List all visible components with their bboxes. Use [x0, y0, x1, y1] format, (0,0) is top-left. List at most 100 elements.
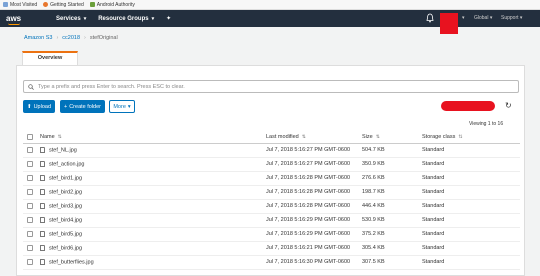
header-last-modified-label: Last modified [266, 133, 299, 140]
size-cell: 375.2 KB [362, 227, 422, 242]
bookmark-getting-started[interactable]: Getting Started [43, 2, 84, 8]
row-checkbox[interactable] [27, 146, 33, 153]
file-name[interactable]: stef_bird2.jpg [49, 189, 82, 195]
bookmark-label: Getting Started [50, 1, 84, 8]
size-cell: 530.9 KB [362, 213, 422, 228]
services-label: Services [56, 15, 81, 22]
last-modified-cell: Jul 7, 2018 5:16:21 PM GMT-0600 [266, 241, 362, 256]
last-modified-cell: Jul 7, 2018 5:16:29 PM GMT-0600 [266, 227, 362, 242]
aws-smile-icon [8, 23, 20, 25]
header-last-modified[interactable]: Last modified ⇅ [266, 131, 362, 144]
row-checkbox[interactable] [27, 244, 33, 251]
objects-table: Name ⇅ Last modified ⇅ Size ⇅ Storage class… [23, 131, 520, 270]
file-name-cell[interactable]: stef_bird6.jpg [40, 241, 266, 256]
sort-icon: ⇅ [57, 133, 62, 140]
table-row[interactable]: stef_bird4.jpg Jul 7, 2018 5:16:29 PM GM… [23, 213, 520, 228]
table-row[interactable]: stef_bird5.jpg Jul 7, 2018 5:16:29 PM GM… [23, 227, 520, 242]
breadcrumb-bucket[interactable]: cc2018 [62, 35, 80, 41]
file-name-cell[interactable]: stef_bird1.jpg [40, 171, 266, 186]
upload-button[interactable]: ⬆ Upload [23, 100, 55, 113]
file-name[interactable]: stef_bird3.jpg [49, 203, 82, 209]
table-row[interactable]: stef_bird3.jpg Jul 7, 2018 5:16:28 PM GM… [23, 199, 520, 214]
more-label: More [113, 103, 126, 110]
header-size[interactable]: Size ⇅ [362, 131, 422, 144]
row-checkbox[interactable] [27, 174, 33, 181]
last-modified-cell: Jul 7, 2018 5:16:27 PM GMT-0600 [266, 157, 362, 172]
file-name[interactable]: stef_NL.jpg [49, 147, 77, 153]
header-name[interactable]: Name ⇅ [40, 131, 266, 144]
resource-groups-menu[interactable]: Resource Groups ▾ [98, 16, 154, 22]
last-modified-cell: Jul 7, 2018 5:16:27 PM GMT-0600 [266, 143, 362, 158]
support-menu[interactable]: Support ▾ [501, 15, 522, 21]
logo-text: aws [6, 13, 22, 23]
plus-icon: + [63, 103, 68, 110]
file-name-cell[interactable]: stef_bird2.jpg [40, 185, 266, 200]
file-name-cell[interactable]: stef_bird4.jpg [40, 213, 266, 228]
account-redaction [440, 13, 458, 34]
row-select-cell [23, 255, 40, 270]
file-icon [40, 216, 45, 223]
table-row[interactable]: stef_NL.jpg Jul 7, 2018 5:16:27 PM GMT-0… [23, 143, 520, 158]
size-cell: 446.4 KB [362, 199, 422, 214]
file-name[interactable]: stef_bird5.jpg [49, 231, 82, 237]
file-name[interactable]: stef_bird1.jpg [49, 175, 82, 181]
file-icon [40, 188, 45, 195]
storage-class-cell: Standard [422, 157, 520, 172]
chevron-down-icon[interactable]: ▾ [462, 15, 465, 21]
last-modified-cell: Jul 7, 2018 5:16:28 PM GMT-0600 [266, 171, 362, 186]
search-input[interactable]: Type a prefix and press Enter to search.… [23, 80, 519, 93]
pin-icon[interactable]: ✦ [166, 15, 171, 22]
region-menu[interactable]: Global ▾ [474, 15, 492, 21]
storage-class-cell: Standard [422, 227, 520, 242]
table-row[interactable]: stef_bird1.jpg Jul 7, 2018 5:16:28 PM GM… [23, 171, 520, 186]
file-name-cell[interactable]: stef_bird3.jpg [40, 199, 266, 214]
row-checkbox[interactable] [27, 258, 33, 265]
storage-class-cell: Standard [422, 213, 520, 228]
header-storage-class[interactable]: Storage class ⇅ [422, 131, 520, 144]
aws-top-nav: aws Services ▾ Resource Groups ▾ ✦ ▾ Glo… [0, 10, 540, 34]
file-icon [40, 230, 45, 237]
last-modified-cell: Jul 7, 2018 5:16:28 PM GMT-0600 [266, 199, 362, 214]
breadcrumb-amazon-s3[interactable]: Amazon S3 [24, 35, 52, 41]
file-name[interactable]: stef_bird6.jpg [49, 245, 82, 251]
file-name-cell[interactable]: stef_NL.jpg [40, 143, 266, 158]
table-row[interactable]: stef_action.jpg Jul 7, 2018 5:16:27 PM G… [23, 157, 520, 172]
tab-overview[interactable]: Overview [22, 51, 78, 65]
file-icon [40, 146, 45, 153]
file-name-cell[interactable]: stef_bird5.jpg [40, 227, 266, 242]
resource-groups-label: Resource Groups [98, 15, 149, 22]
region-redaction [441, 101, 495, 111]
table-row[interactable]: stef_bird2.jpg Jul 7, 2018 5:16:28 PM GM… [23, 185, 520, 200]
table-row[interactable]: stef_bird6.jpg Jul 7, 2018 5:16:21 PM GM… [23, 241, 520, 256]
row-select-cell [23, 157, 40, 172]
more-button[interactable]: More ▾ [109, 100, 135, 113]
upload-icon: ⬆ [26, 103, 32, 110]
file-name[interactable]: stef_action.jpg [49, 161, 84, 167]
refresh-icon[interactable]: ↻ [505, 101, 515, 111]
row-select-cell [23, 171, 40, 186]
file-name[interactable]: stef_bird4.jpg [49, 217, 82, 223]
row-select-cell [23, 241, 40, 256]
row-checkbox[interactable] [27, 230, 33, 237]
bell-icon[interactable] [426, 13, 434, 23]
row-checkbox[interactable] [27, 202, 33, 209]
bookmark-android-authority[interactable]: Android Authority [89, 2, 135, 8]
file-icon [40, 160, 45, 167]
create-folder-button[interactable]: + Create folder [60, 100, 105, 113]
row-checkbox[interactable] [27, 188, 33, 195]
file-name[interactable]: stef_butterflies.jpg [49, 259, 94, 265]
bookmarks-bar: Most Visited Getting Started Android Aut… [0, 0, 540, 10]
chevron-down-icon: ▾ [151, 15, 155, 22]
services-menu[interactable]: Services ▾ [56, 16, 86, 22]
bookmark-most-visited[interactable]: Most Visited [3, 2, 37, 8]
bookmark-label: Most Visited [10, 1, 38, 8]
aws-logo[interactable]: aws [6, 13, 26, 25]
row-checkbox[interactable] [27, 216, 33, 223]
row-checkbox[interactable] [27, 160, 33, 167]
select-all-checkbox[interactable] [27, 133, 33, 140]
file-name-cell[interactable]: stef_action.jpg [40, 157, 266, 172]
file-name-cell[interactable]: stef_butterflies.jpg [40, 255, 266, 270]
table-row[interactable]: stef_butterflies.jpg Jul 7, 2018 5:16:30… [23, 255, 520, 270]
breadcrumb: Amazon S3 › cc2018 › stefOriginal [24, 35, 118, 41]
row-select-cell [23, 227, 40, 242]
